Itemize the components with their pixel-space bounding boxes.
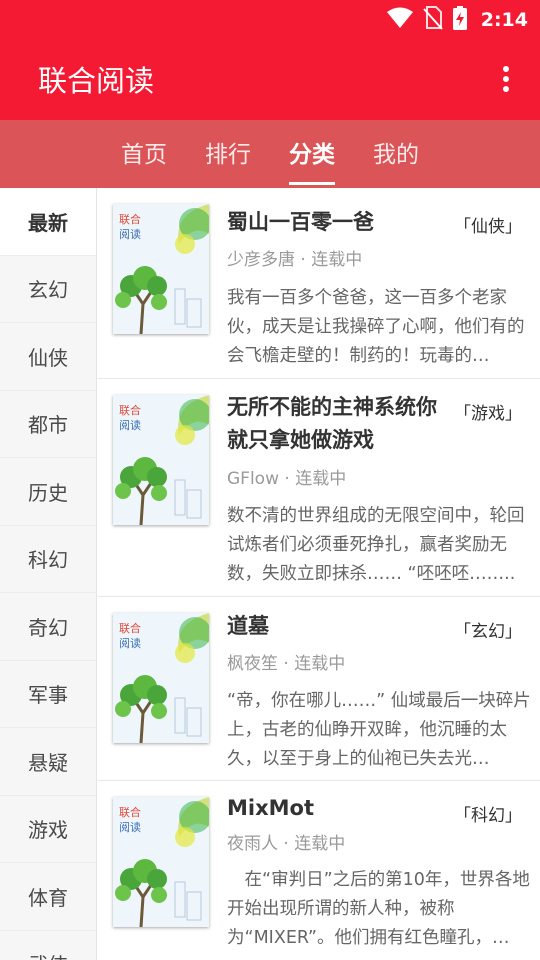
category-item-xuanyi[interactable]: 悬疑 <box>0 728 96 796</box>
category-item-wuxia[interactable]: 武侠 <box>0 931 96 960</box>
category-item-junshi[interactable]: 军事 <box>0 661 96 728</box>
book-genre-tag: 「游戏」 <box>454 404 522 424</box>
cover-brand-line1: 联合 <box>119 404 141 417</box>
book-item[interactable]: 联合 阅读 蜀山一百零一爸 「仙侠」 少彦多唐 · 连载中 我有一百多个爸爸，这… <box>98 188 540 379</box>
book-description: 我有一百多个爸爸，这一百多个老家伙，成天是让我操碎了心啊，他们有的会飞檐走壁的！… <box>227 288 525 366</box>
book-genre-tag: 「科幻」 <box>454 806 522 826</box>
book-description: 在“审判日”之后的第10年，世界各地开始出现所谓的新人种，被称为“MIXER”。… <box>227 870 530 948</box>
cover-brand-line2: 阅读 <box>119 821 141 834</box>
book-description: 数不清的世界组成的无限空间中，轮回试炼者们必须垂死挣扎，赢者奖励无数，失败立即抹… <box>227 506 525 584</box>
tab-ranking[interactable]: 排行 <box>205 135 251 173</box>
book-author-status: GFlow · 连载中 <box>227 469 347 489</box>
book-author-status: 夜雨人 · 连载中 <box>227 834 346 854</box>
book-cover: 联合 阅读 <box>113 797 209 927</box>
category-sidebar: 最新 玄幻 仙侠 都市 历史 科幻 奇幻 军事 悬疑 游戏 体育 武侠 <box>0 188 97 960</box>
book-author-status: 少彦多唐 · 连载中 <box>227 250 363 270</box>
book-description: “帝，你在哪儿……” 仙域最后一块碎片上，古老的仙睁开双眸，他沉睡的太久，以至于… <box>227 691 531 769</box>
battery-charging-icon <box>452 6 467 34</box>
app-bar: 联合阅读 <box>0 40 540 120</box>
book-item[interactable]: 联合 阅读 无所不能的主神系统你就只拿她做游戏 「游戏」 GFlow · 连载中… <box>98 379 540 597</box>
main-tabs: 首页 排行 分类 我的 <box>0 120 540 188</box>
more-vert-icon[interactable] <box>502 66 510 94</box>
cover-brand-line2: 阅读 <box>119 419 141 432</box>
tab-home[interactable]: 首页 <box>121 135 167 173</box>
tab-category[interactable]: 分类 <box>289 135 335 185</box>
book-item[interactable]: 联合 阅读 MixMot 「科幻」 夜雨人 · 连载中 在“审判日”之后的第10… <box>98 781 540 960</box>
cover-brand-line1: 联合 <box>119 213 141 226</box>
book-author-status: 枫夜笙 · 连载中 <box>227 654 346 674</box>
category-item-xianxia[interactable]: 仙侠 <box>0 323 96 391</box>
status-time: 2:14 <box>480 9 528 31</box>
book-title: 无所不能的主神系统你就只拿她做游戏 <box>227 395 437 452</box>
book-title: MixMot <box>227 796 315 820</box>
cover-brand-line1: 联合 <box>119 806 141 819</box>
tab-mine[interactable]: 我的 <box>373 135 419 173</box>
category-item-xuanhuan[interactable]: 玄幻 <box>0 256 96 323</box>
status-bar: 2:14 <box>0 0 540 40</box>
book-genre-tag: 「仙侠」 <box>454 217 522 237</box>
category-item-latest[interactable]: 最新 <box>0 188 96 256</box>
category-item-kehuan[interactable]: 科幻 <box>0 526 96 593</box>
book-title: 道墓 <box>227 614 269 638</box>
app-title: 联合阅读 <box>38 64 155 98</box>
book-cover: 联合 阅读 <box>113 395 209 525</box>
category-item-tiyu[interactable]: 体育 <box>0 863 96 931</box>
book-title: 蜀山一百零一爸 <box>227 210 374 234</box>
cover-brand-line2: 阅读 <box>119 637 141 650</box>
wifi-icon <box>386 7 413 33</box>
book-list: 联合 阅读 蜀山一百零一爸 「仙侠」 少彦多唐 · 连载中 我有一百多个爸爸，这… <box>98 188 540 960</box>
category-item-youxi[interactable]: 游戏 <box>0 796 96 863</box>
book-genre-tag: 「玄幻」 <box>454 622 522 642</box>
category-item-lishi[interactable]: 历史 <box>0 458 96 526</box>
cover-brand-line1: 联合 <box>119 622 141 635</box>
book-cover: 联合 阅读 <box>113 613 209 743</box>
category-item-qihuan[interactable]: 奇幻 <box>0 593 96 661</box>
book-cover: 联合 阅读 <box>113 204 209 334</box>
book-item[interactable]: 联合 阅读 道墓 「玄幻」 枫夜笙 · 连载中 “帝，你在哪儿……” 仙域最后一… <box>98 597 540 781</box>
no-sim-icon <box>422 6 443 34</box>
category-item-dushi[interactable]: 都市 <box>0 391 96 458</box>
cover-brand-line2: 阅读 <box>119 228 141 241</box>
